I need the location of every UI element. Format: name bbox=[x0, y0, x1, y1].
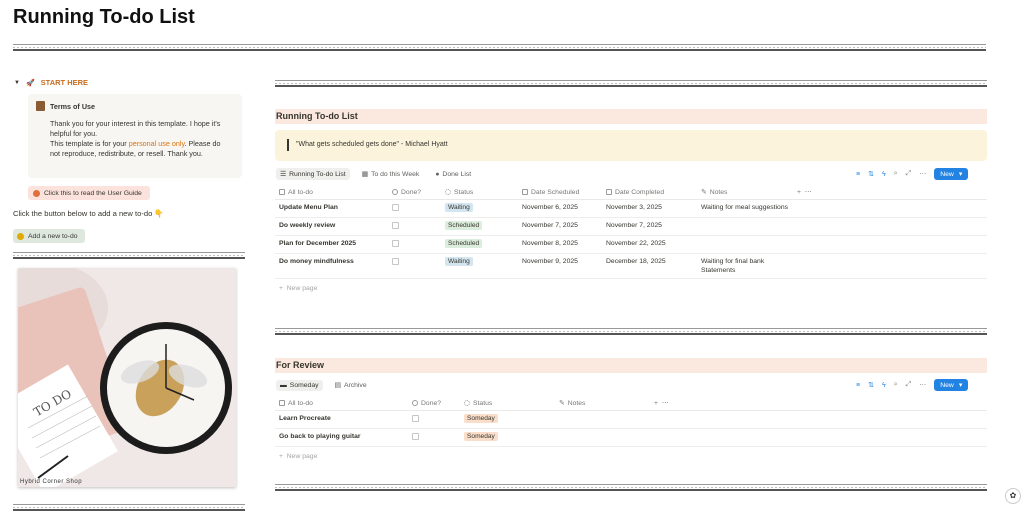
terms-line1: Thank you for your interest in this temp… bbox=[50, 119, 221, 138]
status-badge: Waiting bbox=[445, 202, 473, 212]
divider bbox=[275, 80, 987, 87]
running-table: All to-do Done? Status Date Scheduled Da… bbox=[275, 186, 987, 292]
automation-icon[interactable]: ϟ bbox=[882, 171, 886, 178]
rocket-icon: 🚀 bbox=[25, 79, 35, 87]
toggle-triangle-icon: ▼ bbox=[14, 79, 20, 86]
add-column-button[interactable]: + ⋯ bbox=[793, 186, 987, 200]
col-notes[interactable]: ✎ Notes bbox=[697, 186, 793, 200]
add-column-button[interactable]: + ⋯ bbox=[650, 397, 987, 411]
done-checkbox[interactable] bbox=[392, 221, 399, 229]
review-toolbar: ≡ ⇅ ϟ ⌕ ⤢ ⋯ New ▾ bbox=[856, 379, 969, 391]
settings-icon[interactable]: ⋯ bbox=[919, 170, 926, 178]
pencil-icon: ✎ bbox=[701, 189, 707, 197]
filter-icon[interactable]: ≡ bbox=[856, 171, 860, 178]
check-circle-icon: ● bbox=[435, 170, 440, 178]
tab-archive[interactable]: ▤ Archive bbox=[331, 379, 371, 391]
col-date-completed[interactable]: Date Completed bbox=[602, 186, 697, 200]
circle-arrow-icon bbox=[33, 189, 40, 197]
status-badge: Someday bbox=[464, 413, 498, 423]
status-badge: Waiting bbox=[445, 256, 473, 266]
terms-line2: This template is for your personal use o… bbox=[50, 139, 221, 158]
divider bbox=[275, 484, 987, 491]
divider bbox=[275, 328, 987, 335]
done-checkbox[interactable] bbox=[392, 257, 399, 265]
col-status[interactable]: Status bbox=[441, 186, 518, 200]
review-table: All to-do Done? Status ✎ Notes + ⋯ Learn … bbox=[275, 397, 987, 460]
col-done[interactable]: Done? bbox=[388, 186, 441, 200]
instruction-text: Click the button below to add a new to-d… bbox=[13, 209, 164, 218]
table-header-row: All to-do Done? Status ✎ Notes + ⋯ bbox=[275, 397, 987, 411]
divider bbox=[13, 44, 986, 51]
user-guide-button[interactable]: Click this to read the User Guide bbox=[28, 186, 150, 200]
add-todo-button[interactable]: Add a new to-do bbox=[13, 229, 85, 243]
image-credit: Hybrid Corner Shop bbox=[20, 479, 83, 485]
done-checkbox[interactable] bbox=[392, 239, 399, 247]
search-icon[interactable]: ⌕ bbox=[894, 381, 898, 389]
done-checkbox[interactable] bbox=[412, 414, 419, 422]
divider bbox=[13, 504, 245, 511]
new-page-button[interactable]: + New page bbox=[275, 447, 987, 460]
running-toolbar: ≡ ⇅ ϟ ⌕ ⤢ ⋯ New ▾ bbox=[856, 168, 969, 180]
done-checkbox[interactable] bbox=[412, 432, 419, 440]
terms-heading: Terms of Use bbox=[36, 101, 232, 112]
terms-callout: Terms of Use Thank you for your interest… bbox=[28, 94, 242, 178]
list-icon: ☰ bbox=[280, 171, 287, 178]
tab-done-list[interactable]: ● Done List bbox=[431, 169, 475, 180]
calendar-icon: ▦ bbox=[361, 171, 369, 178]
new-button[interactable]: New ▾ bbox=[934, 168, 969, 180]
chevron-down-icon: ▾ bbox=[958, 382, 963, 389]
table-row[interactable]: Go back to playing guitar Someday bbox=[275, 428, 987, 447]
expand-icon[interactable]: ⤢ bbox=[906, 170, 912, 178]
filter-icon[interactable]: ≡ bbox=[856, 382, 860, 389]
tab-running-todo[interactable]: ☰ Running To-do List bbox=[276, 168, 350, 180]
pencil-icon: ✎ bbox=[559, 400, 565, 408]
start-here-label: START HERE bbox=[40, 78, 89, 87]
page-title: Running To-do List bbox=[13, 6, 195, 28]
start-here-toggle[interactable]: ▼ 🚀 START HERE bbox=[14, 78, 88, 87]
search-icon[interactable]: ⌕ bbox=[894, 170, 898, 178]
running-heading: Running To-do List bbox=[275, 109, 987, 124]
col-all-todo[interactable]: All to-do bbox=[275, 397, 408, 411]
tab-someday[interactable]: ▬ Someday bbox=[276, 379, 323, 391]
book-icon bbox=[36, 101, 45, 111]
archive-icon: ▤ bbox=[334, 382, 341, 389]
personal-use-link[interactable]: personal use only bbox=[129, 139, 185, 148]
new-button[interactable]: New ▾ bbox=[934, 379, 969, 391]
table-row[interactable]: Update Menu Plan Waiting November 6, 202… bbox=[275, 199, 987, 218]
table-row[interactable]: Learn Procreate Someday bbox=[275, 410, 987, 429]
table-row[interactable]: Do weekly review Scheduled November 7, 2… bbox=[275, 217, 987, 236]
table-row[interactable]: Do money mindfulness Waiting November 9,… bbox=[275, 253, 987, 279]
automation-icon[interactable]: ϟ bbox=[882, 382, 886, 389]
status-badge: Someday bbox=[464, 431, 498, 441]
review-heading: For Review bbox=[275, 358, 987, 373]
plus-icon: + bbox=[279, 452, 283, 460]
sort-icon[interactable]: ⇅ bbox=[868, 170, 874, 178]
done-checkbox[interactable] bbox=[392, 203, 399, 211]
folder-icon: ▬ bbox=[280, 381, 287, 389]
help-sprout-icon[interactable]: ✿ bbox=[1005, 488, 1021, 504]
running-view-tabs: ☰ Running To-do List ▦ To do this Week ● Do… bbox=[276, 168, 475, 180]
status-badge: Scheduled bbox=[445, 238, 483, 248]
plus-icon: + bbox=[279, 284, 283, 292]
new-page-button[interactable]: + New page bbox=[275, 279, 987, 292]
review-view-tabs: ▬ Someday ▤ Archive bbox=[276, 379, 371, 391]
divider bbox=[13, 252, 245, 259]
col-date-scheduled[interactable]: Date Scheduled bbox=[518, 186, 602, 200]
col-all-todo[interactable]: All to-do bbox=[275, 186, 388, 200]
col-done[interactable]: Done? bbox=[408, 397, 460, 411]
chevron-down-icon: ▾ bbox=[958, 171, 963, 178]
table-row[interactable]: Plan for December 2025 Scheduled Novembe… bbox=[275, 235, 987, 254]
settings-icon[interactable]: ⋯ bbox=[919, 381, 926, 389]
expand-icon[interactable]: ⤢ bbox=[906, 381, 912, 389]
sort-icon[interactable]: ⇅ bbox=[868, 381, 874, 389]
clock-photo: TO DO Hybrid Corner Shop bbox=[18, 268, 236, 487]
status-badge: Scheduled bbox=[445, 220, 483, 230]
col-notes[interactable]: ✎ Notes bbox=[555, 397, 650, 411]
table-header-row: All to-do Done? Status Date Scheduled Da… bbox=[275, 186, 987, 200]
col-status[interactable]: Status bbox=[460, 397, 555, 411]
check-badge-icon bbox=[17, 232, 24, 240]
tab-todo-this-week[interactable]: ▦ To do this Week bbox=[358, 168, 424, 180]
quote-block: "What gets scheduled gets done" - Michae… bbox=[275, 130, 987, 161]
